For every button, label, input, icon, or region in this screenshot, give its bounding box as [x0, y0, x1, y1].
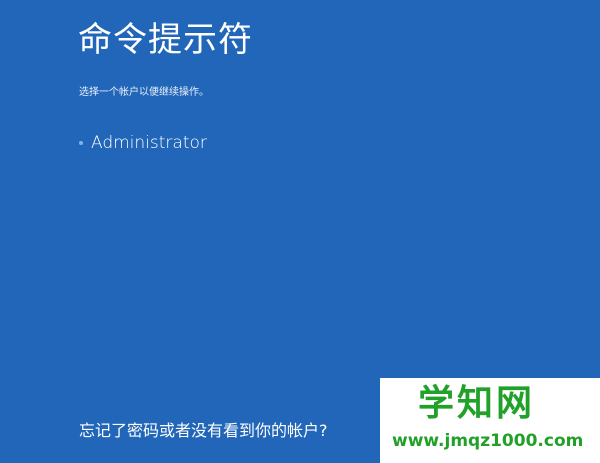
page-subtitle: 选择一个帐户以便继续操作。 — [79, 87, 209, 98]
account-name[interactable]: Administrator — [91, 132, 207, 154]
forgot-password-link[interactable]: 忘记了密码或者没有看到你的帐户? — [79, 421, 328, 440]
bullet-icon — [79, 141, 83, 146]
watermark-url: www.jmqz1000.com — [392, 431, 584, 451]
account-list: Administrator — [79, 130, 207, 156]
watermark-title: 学知网 — [418, 383, 536, 424]
recovery-screen: 命令提示符 选择一个帐户以便继续操作。 Administrator 忘记了密码或… — [0, 0, 600, 463]
page-title: 命令提示符 — [78, 20, 253, 60]
watermark-logo: 学知网 www.jmqz1000.com — [380, 378, 600, 463]
account-item-administrator[interactable]: Administrator — [79, 130, 207, 156]
